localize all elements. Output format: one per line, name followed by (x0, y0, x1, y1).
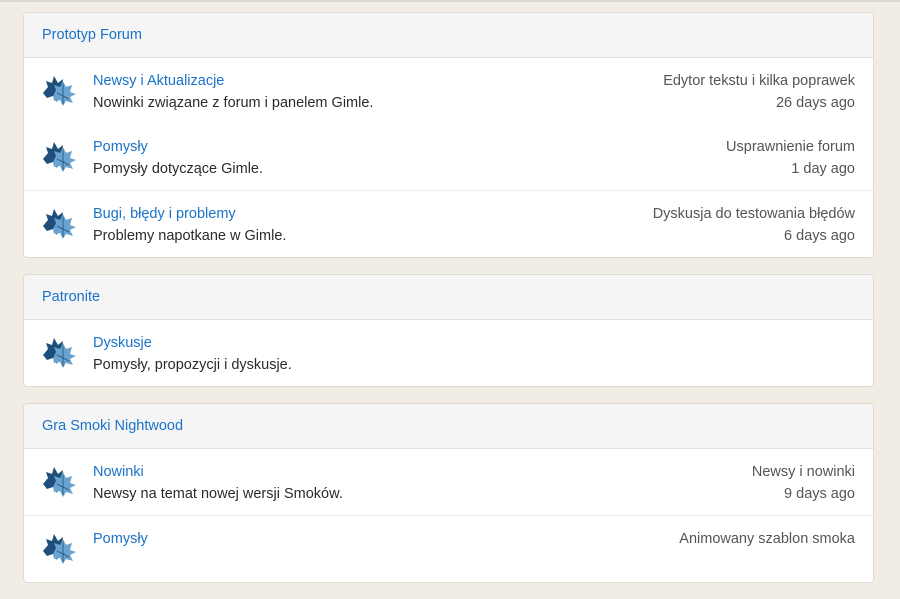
last-post-topic[interactable]: Dyskusja do testowania błędów (653, 203, 855, 225)
maple-leaf-icon (42, 208, 77, 240)
maple-leaf-icon (42, 141, 77, 173)
last-post-time: 1 day ago (791, 161, 855, 177)
forum-description: Pomysły dotyczące Gimle. (93, 161, 264, 177)
maple-leaf-icon (42, 533, 77, 565)
forum-description: Pomysły, propozycji i dyskusje. (93, 357, 292, 373)
last-post-time: 6 days ago (784, 228, 855, 244)
category-title-link[interactable]: Gra Smoki Nightwood (42, 418, 183, 434)
forum-row-pomysly-smoki[interactable]: Pomysły Animowany szablon smoka (24, 515, 873, 582)
category-patronite: Patronite Dyskusje Pomysły, propozycji i… (23, 274, 874, 387)
forum-name-link[interactable]: Newsy i Aktualizacje (93, 70, 373, 92)
category-prototyp-forum: Prototyp Forum Newsy i Aktualizacje Nowi… (23, 12, 874, 258)
forum-row-newsy[interactable]: Newsy i Aktualizacje Nowinki związane z … (24, 58, 873, 124)
last-post-topic[interactable]: Animowany szablon smoka (679, 528, 855, 550)
forum-description: Problemy napotkane w Gimle. (93, 228, 287, 244)
forum-name-link[interactable]: Dyskusje (93, 332, 292, 354)
forum-name-link[interactable]: Pomysły (93, 136, 263, 158)
forum-row-pomysly[interactable]: Pomysły Pomysły dotyczące Gimle. Usprawn… (24, 124, 873, 190)
category-title-link[interactable]: Prototyp Forum (42, 27, 142, 43)
forum-name-link[interactable]: Bugi, błędy i problemy (93, 203, 286, 225)
last-post-topic[interactable]: Edytor tekstu i kilka poprawek (663, 70, 855, 92)
forum-row-dyskusje[interactable]: Dyskusje Pomysły, propozycji i dyskusje. (24, 320, 873, 386)
forum-name-link[interactable]: Pomysły (93, 528, 148, 550)
forum-description: Newsy na temat nowej wersji Smoków. (93, 486, 343, 502)
forum-row-nowinki[interactable]: Nowinki Newsy na temat nowej wersji Smok… (24, 449, 873, 515)
maple-leaf-icon (42, 337, 77, 369)
last-post-time: 26 days ago (775, 95, 855, 111)
top-border (0, 0, 900, 2)
category-header: Gra Smoki Nightwood (24, 404, 873, 449)
forum-description: Nowinki związane z forum i panelem Gimle… (93, 95, 374, 111)
category-gra-smoki: Gra Smoki Nightwood Nowinki Newsy na tem… (23, 403, 874, 583)
maple-leaf-icon (42, 75, 77, 107)
maple-leaf-icon (42, 466, 77, 498)
category-header: Prototyp Forum (24, 13, 873, 58)
category-title-link[interactable]: Patronite (42, 289, 100, 305)
last-post-time: 9 days ago (784, 486, 855, 502)
category-header: Patronite (24, 275, 873, 320)
forum-index: Prototyp Forum Newsy i Aktualizacje Nowi… (23, 12, 874, 599)
last-post-topic[interactable]: Newsy i nowinki (752, 461, 855, 483)
last-post-topic[interactable]: Usprawnienie forum (726, 136, 855, 158)
forum-row-bugi[interactable]: Bugi, błędy i problemy Problemy napotkan… (24, 190, 873, 257)
forum-name-link[interactable]: Nowinki (93, 461, 343, 483)
